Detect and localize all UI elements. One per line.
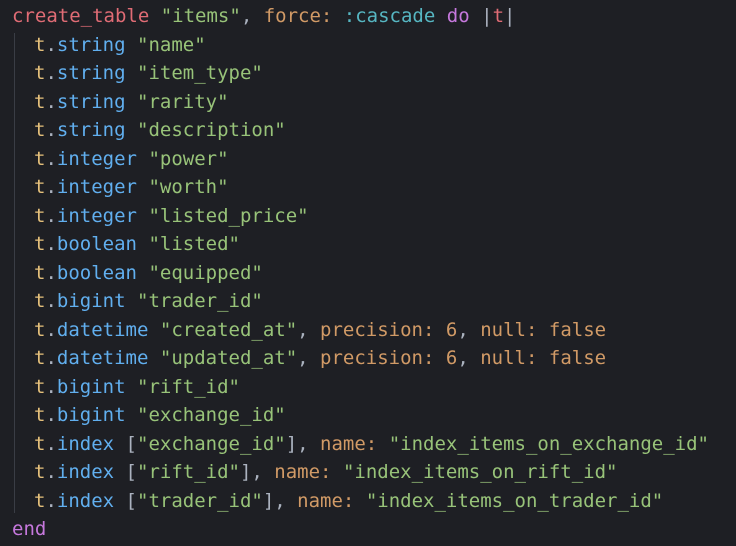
code-editor[interactable]: create_table "items", force: :cascade do… xyxy=(0,0,736,546)
string-literal: "name" xyxy=(137,34,206,56)
method-call: create_table xyxy=(12,5,150,27)
number-literal: 6 xyxy=(445,347,458,369)
code-line: t.string "rarity" xyxy=(34,91,229,113)
code-line: t.index ["trader_id"], name: "index_item… xyxy=(34,490,664,512)
code-line: t.index ["exchange_id"], name: "index_it… xyxy=(34,433,709,455)
option-key: precision: xyxy=(320,319,435,341)
string-literal: "items" xyxy=(160,5,241,27)
block-param: t xyxy=(492,5,505,27)
option-key: force: xyxy=(263,5,333,27)
method-name: boolean xyxy=(56,262,137,284)
string-literal: "worth" xyxy=(148,176,229,198)
receiver: t xyxy=(34,62,46,84)
receiver: t xyxy=(34,490,46,512)
receiver: t xyxy=(34,404,46,426)
string-literal: "exchange_id" xyxy=(137,404,286,426)
method-name: integer xyxy=(56,148,137,170)
string-literal: "description" xyxy=(137,119,286,141)
code-line: t.boolean "listed" xyxy=(34,233,240,255)
code-line: t.boolean "equipped" xyxy=(34,262,263,284)
string-literal: "rift_id" xyxy=(137,461,240,483)
option-key: precision: xyxy=(320,347,435,369)
method-name: index xyxy=(56,490,115,512)
option-key: null: xyxy=(480,347,538,369)
code-line: t.string "item_type" xyxy=(34,62,263,84)
boolean-literal: false xyxy=(548,347,607,369)
boolean-literal: false xyxy=(548,319,607,341)
string-literal: "exchange_id" xyxy=(137,433,286,455)
method-name: bigint xyxy=(56,290,126,312)
method-name: datetime xyxy=(56,319,149,341)
option-key: name: xyxy=(320,433,378,455)
receiver: t xyxy=(34,461,46,483)
string-literal: "index_items_on_trader_id" xyxy=(365,490,664,512)
method-name: boolean xyxy=(56,233,137,255)
string-literal: "index_items_on_rift_id" xyxy=(342,461,618,483)
keyword: do xyxy=(446,5,470,27)
receiver: t xyxy=(34,319,46,341)
method-name: integer xyxy=(56,205,137,227)
method-name: datetime xyxy=(56,347,149,369)
receiver: t xyxy=(34,148,46,170)
string-literal: "listed_price" xyxy=(148,205,309,227)
receiver: t xyxy=(34,176,46,198)
string-literal: "rift_id" xyxy=(137,376,240,398)
string-literal: "equipped" xyxy=(148,262,263,284)
code-line: t.integer "listed_price" xyxy=(34,205,309,227)
string-literal: "listed" xyxy=(148,233,240,255)
receiver: t xyxy=(34,119,46,141)
string-literal: "item_type" xyxy=(137,62,263,84)
option-key: null: xyxy=(480,319,538,341)
code-line: t.datetime "updated_at", precision: 6, n… xyxy=(34,347,607,369)
code-line: t.integer "worth" xyxy=(34,176,229,198)
method-name: index xyxy=(56,433,115,455)
string-literal: "trader_id" xyxy=(137,490,263,512)
receiver: t xyxy=(34,262,46,284)
string-literal: "index_items_on_exchange_id" xyxy=(388,433,709,455)
code-line: t.bigint "exchange_id" xyxy=(34,404,286,426)
code-line: t.integer "power" xyxy=(34,148,229,170)
number-literal: 6 xyxy=(445,319,458,341)
code-line-end: end xyxy=(12,515,46,543)
receiver: t xyxy=(34,91,46,113)
symbol-literal: :cascade xyxy=(343,5,436,27)
code-line: t.datetime "created_at", precision: 6, n… xyxy=(34,319,607,341)
method-name: string xyxy=(56,34,126,56)
string-literal: "updated_at" xyxy=(159,347,298,369)
string-literal: "power" xyxy=(148,148,229,170)
code-line: t.bigint "rift_id" xyxy=(34,376,240,398)
receiver: t xyxy=(34,290,46,312)
receiver: t xyxy=(34,433,46,455)
method-name: index xyxy=(56,461,115,483)
receiver: t xyxy=(34,233,46,255)
method-name: bigint xyxy=(56,376,126,398)
option-key: name: xyxy=(274,461,332,483)
string-literal: "trader_id" xyxy=(137,290,263,312)
code-line-create-table: create_table "items", force: :cascade do… xyxy=(12,5,516,27)
code-line: t.bigint "trader_id" xyxy=(34,290,263,312)
method-name: string xyxy=(56,119,126,141)
method-name: string xyxy=(56,62,126,84)
method-name: bigint xyxy=(56,404,126,426)
string-literal: "rarity" xyxy=(137,91,229,113)
string-literal: "created_at" xyxy=(159,319,298,341)
receiver: t xyxy=(34,205,46,227)
receiver: t xyxy=(34,376,46,398)
method-name: integer xyxy=(56,176,137,198)
option-key: name: xyxy=(297,490,355,512)
receiver: t xyxy=(34,347,46,369)
keyword: end xyxy=(12,518,47,540)
code-line: t.index ["rift_id"], name: "index_items_… xyxy=(34,461,618,483)
method-name: string xyxy=(56,91,126,113)
receiver: t xyxy=(34,34,46,56)
code-line: t.string "description" xyxy=(34,119,286,141)
code-line: t.string "name" xyxy=(34,34,206,56)
